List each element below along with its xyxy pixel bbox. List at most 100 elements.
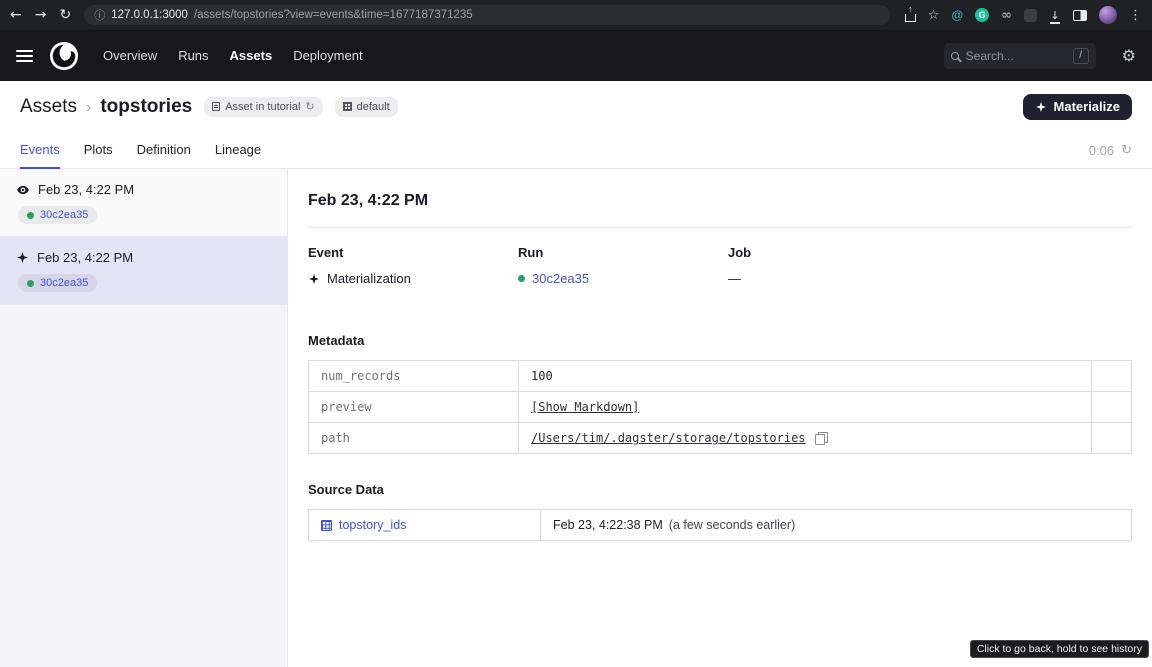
app-header: Overview Runs Assets Deployment / ⚙ — [0, 30, 1152, 81]
materialization-icon — [308, 273, 320, 285]
timer-value: 0:06 — [1089, 143, 1114, 158]
materialize-sparkle-icon — [1035, 101, 1047, 113]
source-timestamp-cell: Feb 23, 4:22:38 PM (a few seconds earlie… — [541, 510, 1131, 540]
settings-gear-icon[interactable]: ⚙ — [1122, 46, 1136, 65]
metadata-value: 100 — [519, 361, 1091, 391]
source-timestamp-note: (a few seconds earlier) — [669, 518, 795, 532]
app-nav: Overview Runs Assets Deployment — [103, 48, 363, 63]
metadata-action-cell — [1091, 423, 1131, 453]
nav-item-assets[interactable]: Assets — [230, 48, 273, 63]
global-search[interactable]: / — [944, 43, 1096, 69]
refresh-icon[interactable]: ↻ — [305, 101, 314, 112]
event-type-value: Materialization — [327, 271, 411, 286]
event-timestamp: Feb 23, 4:22 PM — [37, 250, 133, 265]
materialization-icon — [16, 251, 29, 264]
breadcrumb-assets[interactable]: Assets — [20, 96, 77, 118]
dagster-logo[interactable] — [49, 41, 79, 71]
browser-url-bar[interactable]: ⓘ 127.0.0.1:3000/assets/topstories?view=… — [84, 5, 890, 25]
source-asset-link[interactable]: topstory_ids — [339, 518, 406, 532]
group-badge-label: default — [357, 101, 390, 113]
downloads-icon[interactable]: ↓ — [1049, 10, 1061, 21]
nav-item-overview[interactable]: Overview — [103, 48, 157, 63]
search-icon — [951, 52, 959, 60]
metadata-action-cell — [1091, 361, 1131, 391]
share-icon[interactable] — [905, 14, 916, 22]
content: Feb 23, 4:22 PM 30c2ea35 Feb 23, 4:22 PM… — [0, 169, 1152, 667]
browser-menu-icon[interactable]: ⋮ — [1129, 8, 1142, 23]
table-row: num_records 100 — [309, 361, 1131, 391]
event-title: Feb 23, 4:22 PM — [308, 192, 1132, 210]
event-list-item-observation[interactable]: Feb 23, 4:22 PM 30c2ea35 — [0, 169, 287, 237]
grammarly-icon[interactable]: G — [975, 8, 989, 22]
at-extension-icon[interactable]: @ — [951, 8, 963, 22]
metadata-key: num_records — [309, 361, 519, 391]
metadata-key: preview — [309, 392, 519, 422]
run-status-dot — [518, 275, 525, 282]
breadcrumb-topstories: topstories — [100, 96, 192, 118]
metadata-table: num_records 100 preview [Show Markdown] … — [308, 360, 1132, 454]
nav-item-runs[interactable]: Runs — [178, 48, 208, 63]
tutorial-badge[interactable]: Asset in tutorial ↻ — [204, 97, 322, 117]
run-status-dot — [27, 280, 34, 287]
source-asset-cell: topstory_ids — [309, 510, 541, 540]
run-id: 30c2ea35 — [40, 209, 88, 221]
browser-chrome: ← → ↻ ⓘ 127.0.0.1:3000/assets/topstories… — [0, 0, 1152, 30]
asset-page-header: Assets › topstories Asset in tutorial ↻ … — [0, 81, 1152, 132]
tab-definition[interactable]: Definition — [137, 132, 191, 169]
run-status-dot — [27, 212, 34, 219]
materialize-button[interactable]: Materialize — [1023, 94, 1132, 120]
tutorial-badge-label: Asset in tutorial — [225, 101, 300, 113]
event-column: Event Materialization — [308, 245, 518, 286]
site-info-icon[interactable]: ⓘ — [94, 7, 105, 23]
side-panel-icon[interactable] — [1073, 10, 1087, 21]
event-summary-columns: Event Materialization Run 30c2ea35 Job — — [308, 245, 1132, 286]
event-detail-panel: Feb 23, 4:22 PM Event Materialization Ru… — [288, 169, 1152, 667]
asset-doc-icon — [212, 102, 220, 111]
extension-icon[interactable] — [1024, 9, 1037, 22]
asset-tabs: Events Plots Definition Lineage 0:06 ↻ — [0, 132, 1152, 169]
run-column: Run 30c2ea35 — [518, 245, 728, 286]
browser-back-button[interactable]: ← — [10, 8, 22, 22]
bookmark-star-icon[interactable]: ☆ — [928, 8, 940, 23]
run-tag[interactable]: 30c2ea35 — [18, 206, 97, 224]
nav-item-deployment[interactable]: Deployment — [293, 48, 362, 63]
event-timestamp: Feb 23, 4:22 PM — [38, 182, 134, 197]
show-markdown-link[interactable]: [Show Markdown] — [531, 400, 639, 414]
breadcrumb-separator: › — [86, 99, 91, 117]
tab-events[interactable]: Events — [20, 132, 60, 169]
tab-plots[interactable]: Plots — [84, 132, 113, 169]
path-link[interactable]: /Users/tim/.dagster/storage/topstories — [531, 431, 806, 445]
event-list-item-materialization[interactable]: Feb 23, 4:22 PM 30c2ea35 — [0, 237, 287, 305]
browser-profile-avatar[interactable] — [1099, 6, 1117, 24]
search-input[interactable] — [966, 49, 1066, 63]
url-path: /assets/topstories?view=events&time=1677… — [194, 9, 473, 21]
timer-refresh-icon[interactable]: ↻ — [1121, 144, 1132, 157]
history-tooltip: Click to go back, hold to see history — [970, 640, 1149, 658]
group-badge[interactable]: default — [335, 97, 398, 117]
divider — [308, 227, 1132, 228]
run-link[interactable]: 30c2ea35 — [532, 271, 589, 286]
slash-shortcut-badge: / — [1073, 48, 1089, 64]
metadata-action-cell — [1091, 392, 1131, 422]
group-grid-icon — [343, 102, 352, 111]
browser-forward-button[interactable]: → — [35, 8, 47, 22]
source-data-heading: Source Data — [308, 482, 1132, 497]
table-row: preview [Show Markdown] — [309, 391, 1131, 422]
job-column-label: Job — [728, 245, 938, 260]
browser-reload-button[interactable]: ↻ — [59, 8, 71, 22]
infinity-extension-icon[interactable]: ∞ — [1001, 8, 1012, 23]
run-tag[interactable]: 30c2ea35 — [18, 274, 97, 292]
run-id: 30c2ea35 — [40, 277, 88, 289]
tab-lineage[interactable]: Lineage — [215, 132, 261, 169]
job-value: — — [728, 271, 741, 286]
source-data-table: topstory_ids Feb 23, 4:22:38 PM (a few s… — [308, 509, 1132, 541]
table-row: path /Users/tim/.dagster/storage/topstor… — [309, 422, 1131, 453]
job-column: Job — — [728, 245, 938, 286]
menu-hamburger-icon[interactable] — [16, 50, 33, 62]
materialize-button-label: Materialize — [1054, 99, 1120, 114]
metadata-key: path — [309, 423, 519, 453]
copy-icon[interactable] — [815, 432, 828, 445]
event-column-label: Event — [308, 245, 518, 260]
event-list-sidebar: Feb 23, 4:22 PM 30c2ea35 Feb 23, 4:22 PM… — [0, 169, 288, 667]
auto-refresh-timer: 0:06 ↻ — [1089, 132, 1132, 168]
